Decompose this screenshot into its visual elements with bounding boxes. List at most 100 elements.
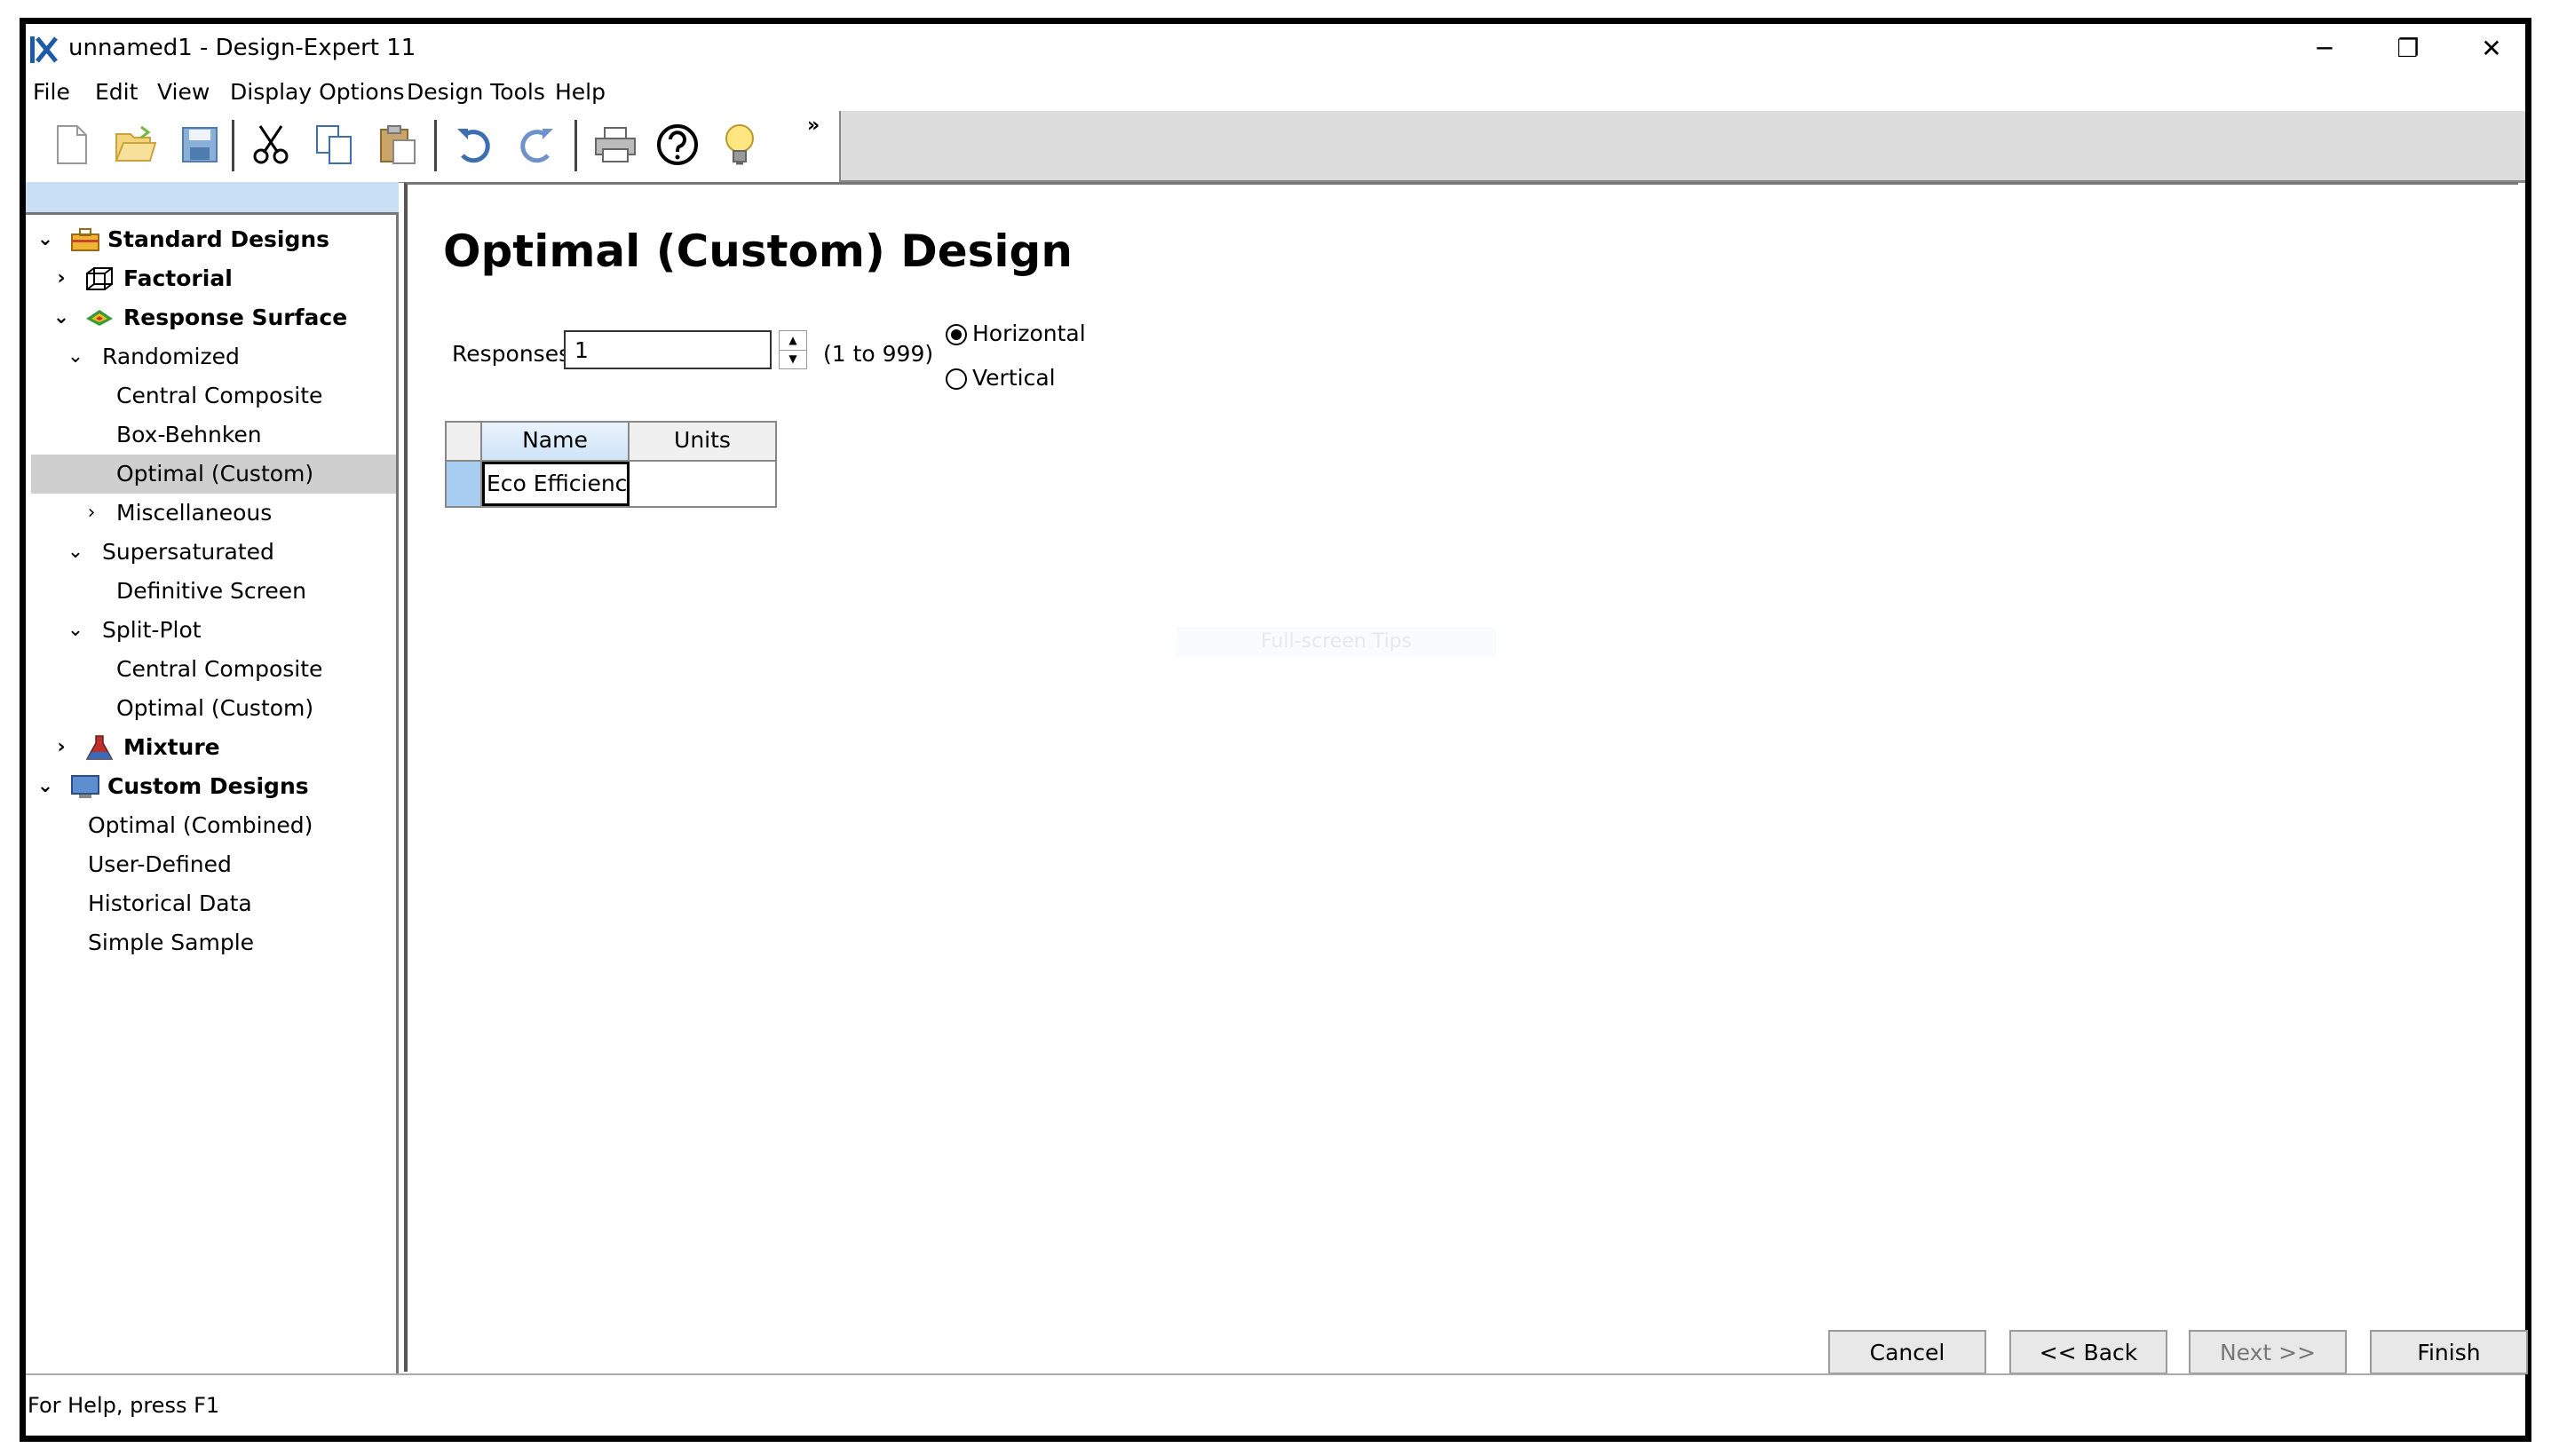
chevron-down-icon[interactable]: ⌄ (65, 611, 86, 650)
menu-edit[interactable]: Edit (95, 79, 138, 105)
menu-file[interactable]: File (33, 79, 70, 105)
app-window: unnamed1 - Design-Expert 11 ─ ❐ ✕ File E… (20, 18, 2531, 1442)
tree-label: Standard Designs (107, 226, 330, 252)
menu-design-tools[interactable]: Design Tools (407, 79, 545, 105)
next-button[interactable]: Next >> (2189, 1330, 2347, 1374)
toolbar-separator (574, 120, 577, 171)
restore-button[interactable]: ❐ (2365, 28, 2451, 70)
tree-label: Custom Designs (107, 773, 309, 799)
flask-icon (85, 735, 114, 760)
tip-bulb-icon[interactable] (717, 122, 763, 168)
tree-user-defined[interactable]: User-Defined (88, 845, 232, 884)
grid-cell-units[interactable] (630, 462, 775, 506)
page-title: Optimal (Custom) Design (443, 226, 1073, 277)
grid-row-header[interactable] (447, 462, 482, 506)
grid-corner[interactable] (447, 423, 482, 462)
tree-box-behnken[interactable]: Box-Behnken (116, 415, 262, 455)
tip-overlay: Full-screen Tips (1176, 627, 1496, 657)
toolbar-overflow-icon[interactable]: » (807, 115, 820, 137)
menu-display-options[interactable]: Display Options (230, 79, 405, 105)
grid-header-name[interactable]: Name (482, 423, 630, 462)
responses-grid: Name Units Eco Efficiency (445, 421, 777, 508)
tree-factorial[interactable]: › Factorial (26, 259, 396, 298)
toolbar-separator (434, 120, 437, 171)
app-logo-icon (30, 36, 58, 63)
toolbar-separator (232, 120, 234, 171)
design-panel: Optimal (Custom) Design Responses: 1 ▲ ▼… (404, 182, 2528, 1374)
design-tree: ⌄ Standard Designs › Factorial ⌄ Respons… (26, 212, 399, 1386)
paste-icon[interactable] (376, 122, 422, 168)
tree-optimal-combined[interactable]: Optimal (Combined) (88, 806, 313, 845)
radio-unselected-icon[interactable] (946, 368, 967, 390)
tree-split-plot-central-composite[interactable]: Central Composite (116, 650, 322, 689)
tree-randomized[interactable]: ⌄ Randomized (26, 337, 396, 376)
tree-label: Mixture (123, 734, 220, 760)
finish-button[interactable]: Finish (2370, 1330, 2528, 1374)
cut-icon[interactable] (248, 122, 294, 168)
toolbox-icon (71, 228, 99, 251)
chevron-right-icon[interactable]: › (51, 728, 72, 767)
tree-optimal-custom-selected[interactable]: Optimal (Custom) (31, 455, 396, 494)
surface-icon (86, 310, 113, 326)
tree-central-composite[interactable]: Central Composite (116, 376, 322, 415)
radio-selected-icon[interactable] (946, 324, 967, 345)
menu-view[interactable]: View (157, 79, 210, 105)
help-icon[interactable] (654, 122, 701, 168)
window-title: unnamed1 - Design-Expert 11 (68, 35, 416, 61)
tree-split-plot-optimal-custom[interactable]: Optimal (Custom) (116, 689, 313, 728)
tree-simple-sample[interactable]: Simple Sample (88, 923, 254, 962)
back-button[interactable]: << Back (2009, 1330, 2167, 1374)
undo-icon[interactable] (450, 122, 496, 168)
title-bar: unnamed1 - Design-Expert 11 ─ ❐ ✕ (26, 24, 2525, 74)
tree-response-surface[interactable]: ⌄ Response Surface (26, 298, 396, 337)
copy-icon[interactable] (312, 122, 358, 168)
toolbar: » (26, 111, 841, 182)
responses-range: (1 to 999) (823, 341, 934, 367)
spin-up-icon[interactable]: ▲ (780, 331, 806, 351)
radio-horizontal-label: Horizontal (972, 320, 1086, 346)
tree-label: Randomized (102, 344, 240, 369)
chevron-down-icon[interactable]: ⌄ (35, 220, 56, 259)
chevron-right-icon[interactable]: › (81, 494, 102, 533)
tree-label: Split-Plot (102, 617, 202, 643)
responses-label: Responses: (452, 341, 578, 367)
save-icon[interactable] (177, 122, 223, 168)
chevron-down-icon[interactable]: ⌄ (51, 298, 72, 337)
radio-vertical[interactable]: Vertical (946, 362, 1056, 394)
minimize-button[interactable]: ─ (2282, 28, 2367, 70)
tree-label: Factorial (123, 265, 233, 291)
tree-header-strip (26, 182, 399, 212)
status-text: For Help, press F1 (28, 1393, 220, 1418)
tree-historical-data[interactable]: Historical Data (88, 884, 252, 923)
tree-standard-designs[interactable]: ⌄ Standard Designs (26, 220, 396, 259)
print-icon[interactable] (592, 122, 638, 168)
spin-down-icon[interactable]: ▼ (780, 350, 806, 368)
responses-spinner[interactable]: ▲ ▼ (779, 330, 807, 369)
menu-help[interactable]: Help (555, 79, 606, 105)
close-button[interactable]: ✕ (2449, 28, 2534, 70)
chevron-down-icon[interactable]: ⌄ (35, 767, 56, 806)
redo-icon[interactable] (514, 122, 560, 168)
cube-icon (86, 267, 113, 290)
chevron-down-icon[interactable]: ⌄ (65, 533, 86, 572)
responses-input[interactable]: 1 (564, 330, 772, 369)
chevron-down-icon[interactable]: ⌄ (65, 337, 86, 376)
tree-miscellaneous[interactable]: › Miscellaneous (26, 494, 396, 533)
menu-bar: File Edit View Display Options Design To… (26, 74, 2525, 111)
tree-custom-designs[interactable]: ⌄ Custom Designs (26, 767, 396, 806)
tree-split-plot[interactable]: ⌄ Split-Plot (26, 611, 396, 650)
grid-cell-name[interactable]: Eco Efficiency (482, 462, 630, 506)
radio-vertical-label: Vertical (972, 365, 1056, 391)
tree-supersaturated[interactable]: ⌄ Supersaturated (26, 533, 396, 572)
new-icon[interactable] (49, 122, 95, 168)
open-icon[interactable] (113, 122, 159, 168)
tree-definitive-screen[interactable]: Definitive Screen (116, 572, 306, 611)
monitor-icon (71, 775, 99, 798)
grid-header-units[interactable]: Units (630, 423, 775, 462)
tree-mixture[interactable]: › Mixture (26, 728, 396, 767)
cancel-button[interactable]: Cancel (1828, 1330, 1986, 1374)
radio-horizontal[interactable]: Horizontal (946, 318, 1086, 350)
tree-label: Miscellaneous (116, 500, 273, 526)
chevron-right-icon[interactable]: › (51, 259, 72, 298)
tree-label: Response Surface (123, 305, 348, 330)
